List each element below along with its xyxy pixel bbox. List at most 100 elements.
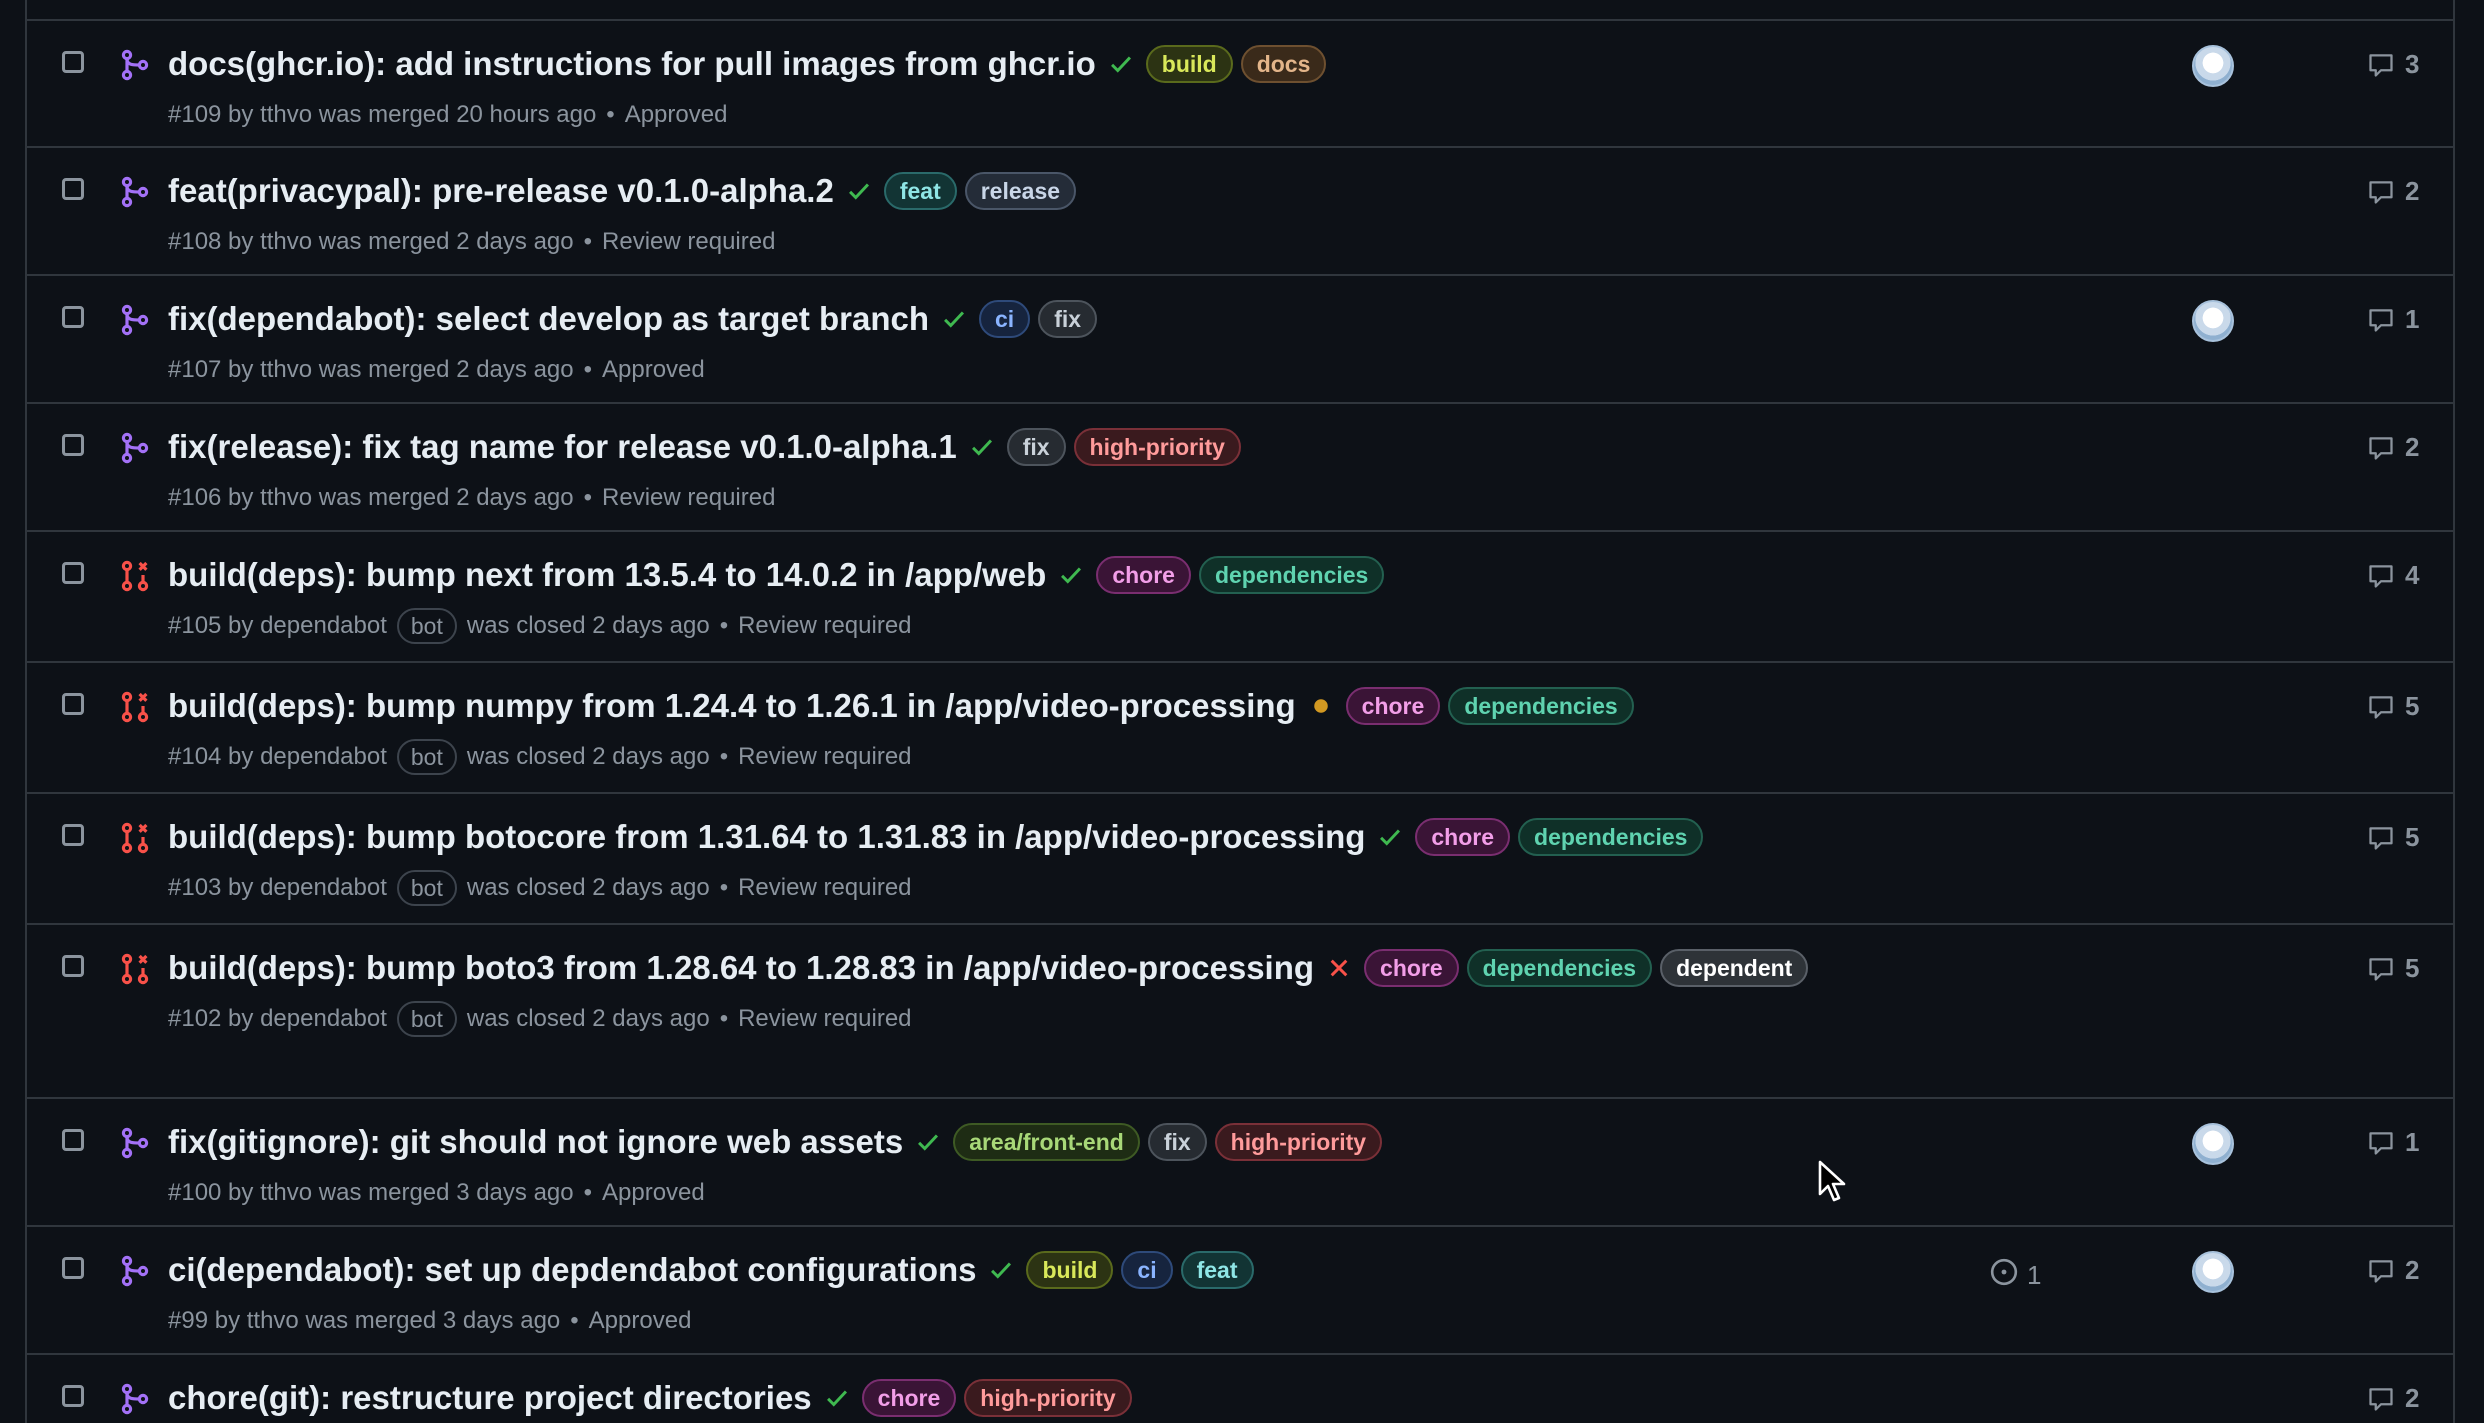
- label-high-priority[interactable]: high-priority: [1214, 1123, 1383, 1161]
- pull-request-title-link[interactable]: build(deps): bump numpy from 1.24.4 to 1…: [168, 683, 1296, 729]
- pull-request-row[interactable]: chore(git): restructure project director…: [27, 1355, 2453, 1423]
- label-ci[interactable]: ci: [1121, 1251, 1173, 1289]
- pull-request-time[interactable]: 2 days ago: [592, 739, 709, 775]
- review-status-link[interactable]: Review required: [738, 739, 911, 775]
- pull-request-row[interactable]: feat(privacypal): pre-release v0.1.0-alp…: [27, 148, 2453, 276]
- label-fix[interactable]: fix: [1147, 1123, 1207, 1161]
- label-chore[interactable]: chore: [1096, 556, 1191, 594]
- review-status-link[interactable]: Approved: [589, 1303, 692, 1339]
- pull-request-title-link[interactable]: fix(gitignore): git should not ignore we…: [168, 1119, 903, 1165]
- pull-request-row[interactable]: docs(ghcr.io): add instructions for pull…: [27, 21, 2453, 148]
- label-chore[interactable]: chore: [861, 1379, 957, 1417]
- pull-request-time[interactable]: 3 days ago: [456, 1175, 573, 1211]
- select-checkbox[interactable]: [62, 955, 84, 977]
- comments-link[interactable]: 2: [2367, 1255, 2419, 1286]
- comments-link[interactable]: 2: [2367, 432, 2419, 463]
- select-checkbox[interactable]: [62, 1257, 84, 1279]
- check-success-icon[interactable]: [986, 1255, 1016, 1285]
- label-chore[interactable]: chore: [1364, 949, 1459, 987]
- label-chore[interactable]: chore: [1345, 687, 1441, 725]
- comments-link[interactable]: 1: [2367, 1127, 2419, 1158]
- pull-request-row[interactable]: ci(dependabot): set up depdendabot confi…: [27, 1227, 2453, 1355]
- author-link[interactable]: tthvo: [260, 224, 312, 260]
- label-build[interactable]: build: [1145, 45, 1233, 83]
- assignee-avatar[interactable]: [2192, 45, 2234, 87]
- select-checkbox[interactable]: [62, 1385, 84, 1407]
- pull-request-title-link[interactable]: build(deps): bump botocore from 1.31.64 …: [168, 814, 1365, 860]
- label-dependencies[interactable]: dependencies: [1198, 556, 1385, 594]
- author-link[interactable]: tthvo: [260, 97, 312, 133]
- author-link[interactable]: dependabot: [260, 1001, 387, 1037]
- author-link[interactable]: tthvo: [260, 352, 312, 388]
- label-fix[interactable]: fix: [1006, 428, 1066, 466]
- pull-request-row[interactable]: build(deps): bump next from 13.5.4 to 14…: [27, 532, 2453, 663]
- label-dependencies[interactable]: dependencies: [1448, 687, 1634, 725]
- pull-request-time[interactable]: 2 days ago: [456, 480, 573, 516]
- label-dependencies[interactable]: dependencies: [1466, 949, 1653, 987]
- select-checkbox[interactable]: [62, 824, 84, 846]
- comments-link[interactable]: 4: [2367, 560, 2419, 591]
- author-link[interactable]: dependabot: [260, 739, 387, 775]
- pull-request-row[interactable]: fix(gitignore): git should not ignore we…: [27, 1099, 2453, 1227]
- pull-request-row[interactable]: build(deps): bump numpy from 1.24.4 to 1…: [27, 663, 2453, 794]
- assignee-avatar[interactable]: [2192, 300, 2234, 342]
- comments-link[interactable]: 5: [2367, 822, 2419, 853]
- label-ci[interactable]: ci: [979, 300, 1031, 338]
- pull-request-row[interactable]: fix(dependabot): select develop as targe…: [27, 276, 2453, 404]
- select-checkbox[interactable]: [62, 1129, 84, 1151]
- comments-link[interactable]: 2: [2367, 176, 2419, 207]
- pull-request-time[interactable]: 3 days ago: [443, 1303, 560, 1339]
- check-success-icon[interactable]: [913, 1127, 943, 1157]
- pull-request-title-link[interactable]: build(deps): bump boto3 from 1.28.64 to …: [168, 945, 1314, 991]
- pull-request-time[interactable]: 2 days ago: [456, 224, 573, 260]
- label-area-front-end[interactable]: area/front-end: [953, 1123, 1140, 1161]
- review-status-link[interactable]: Approved: [602, 1175, 705, 1211]
- check-success-icon[interactable]: [1375, 822, 1405, 852]
- pull-request-time[interactable]: 20 hours ago: [456, 97, 596, 133]
- assignee-avatar[interactable]: [2192, 1123, 2234, 1165]
- check-failure-icon[interactable]: [1324, 953, 1354, 983]
- review-status-link[interactable]: Approved: [602, 352, 705, 388]
- label-feat[interactable]: feat: [883, 172, 957, 210]
- pull-request-title-link[interactable]: fix(release): fix tag name for release v…: [168, 424, 957, 470]
- select-checkbox[interactable]: [62, 306, 84, 328]
- label-dependencies[interactable]: dependencies: [1518, 818, 1704, 856]
- author-link[interactable]: tthvo: [260, 1175, 312, 1211]
- comments-link[interactable]: 2: [2367, 1383, 2419, 1414]
- pull-request-row[interactable]: fix(release): fix tag name for release v…: [27, 404, 2453, 532]
- pull-request-title-link[interactable]: fix(dependabot): select develop as targe…: [168, 296, 929, 342]
- check-success-icon[interactable]: [844, 176, 874, 206]
- comments-link[interactable]: 1: [2367, 304, 2419, 335]
- review-status-link[interactable]: Approved: [625, 97, 728, 133]
- select-checkbox[interactable]: [62, 562, 84, 584]
- check-pending-icon[interactable]: [1306, 691, 1336, 721]
- author-link[interactable]: dependabot: [260, 608, 387, 644]
- select-checkbox[interactable]: [62, 178, 84, 200]
- label-release[interactable]: release: [964, 172, 1077, 210]
- pull-request-row[interactable]: build(deps): bump botocore from 1.31.64 …: [27, 794, 2453, 925]
- check-success-icon[interactable]: [1106, 49, 1136, 79]
- label-chore[interactable]: chore: [1415, 818, 1511, 856]
- review-status-link[interactable]: Review required: [738, 608, 911, 644]
- assignee-avatar[interactable]: [2192, 1251, 2234, 1293]
- check-success-icon[interactable]: [939, 304, 969, 334]
- review-status-link[interactable]: Review required: [738, 870, 911, 906]
- check-success-icon[interactable]: [822, 1383, 852, 1413]
- pull-request-row[interactable]: build(deps): bump boto3 from 1.28.64 to …: [27, 925, 2453, 1099]
- label-high-priority[interactable]: high-priority: [1073, 428, 1241, 466]
- comments-link[interactable]: 5: [2367, 691, 2419, 722]
- author-link[interactable]: tthvo: [260, 480, 312, 516]
- select-checkbox[interactable]: [62, 693, 84, 715]
- pull-request-title-link[interactable]: build(deps): bump next from 13.5.4 to 14…: [168, 552, 1046, 598]
- label-high-priority[interactable]: high-priority: [964, 1379, 1132, 1417]
- review-status-link[interactable]: Review required: [602, 480, 775, 516]
- author-link[interactable]: tthvo: [247, 1303, 299, 1339]
- pull-request-title-link[interactable]: feat(privacypal): pre-release v0.1.0-alp…: [168, 168, 834, 214]
- pull-request-time[interactable]: 2 days ago: [592, 1001, 709, 1037]
- author-link[interactable]: dependabot: [260, 870, 387, 906]
- label-fix[interactable]: fix: [1038, 300, 1098, 338]
- check-success-icon[interactable]: [967, 432, 997, 462]
- comments-link[interactable]: 5: [2367, 953, 2419, 984]
- check-success-icon[interactable]: [1056, 560, 1086, 590]
- pull-request-title-link[interactable]: ci(dependabot): set up depdendabot confi…: [168, 1247, 976, 1293]
